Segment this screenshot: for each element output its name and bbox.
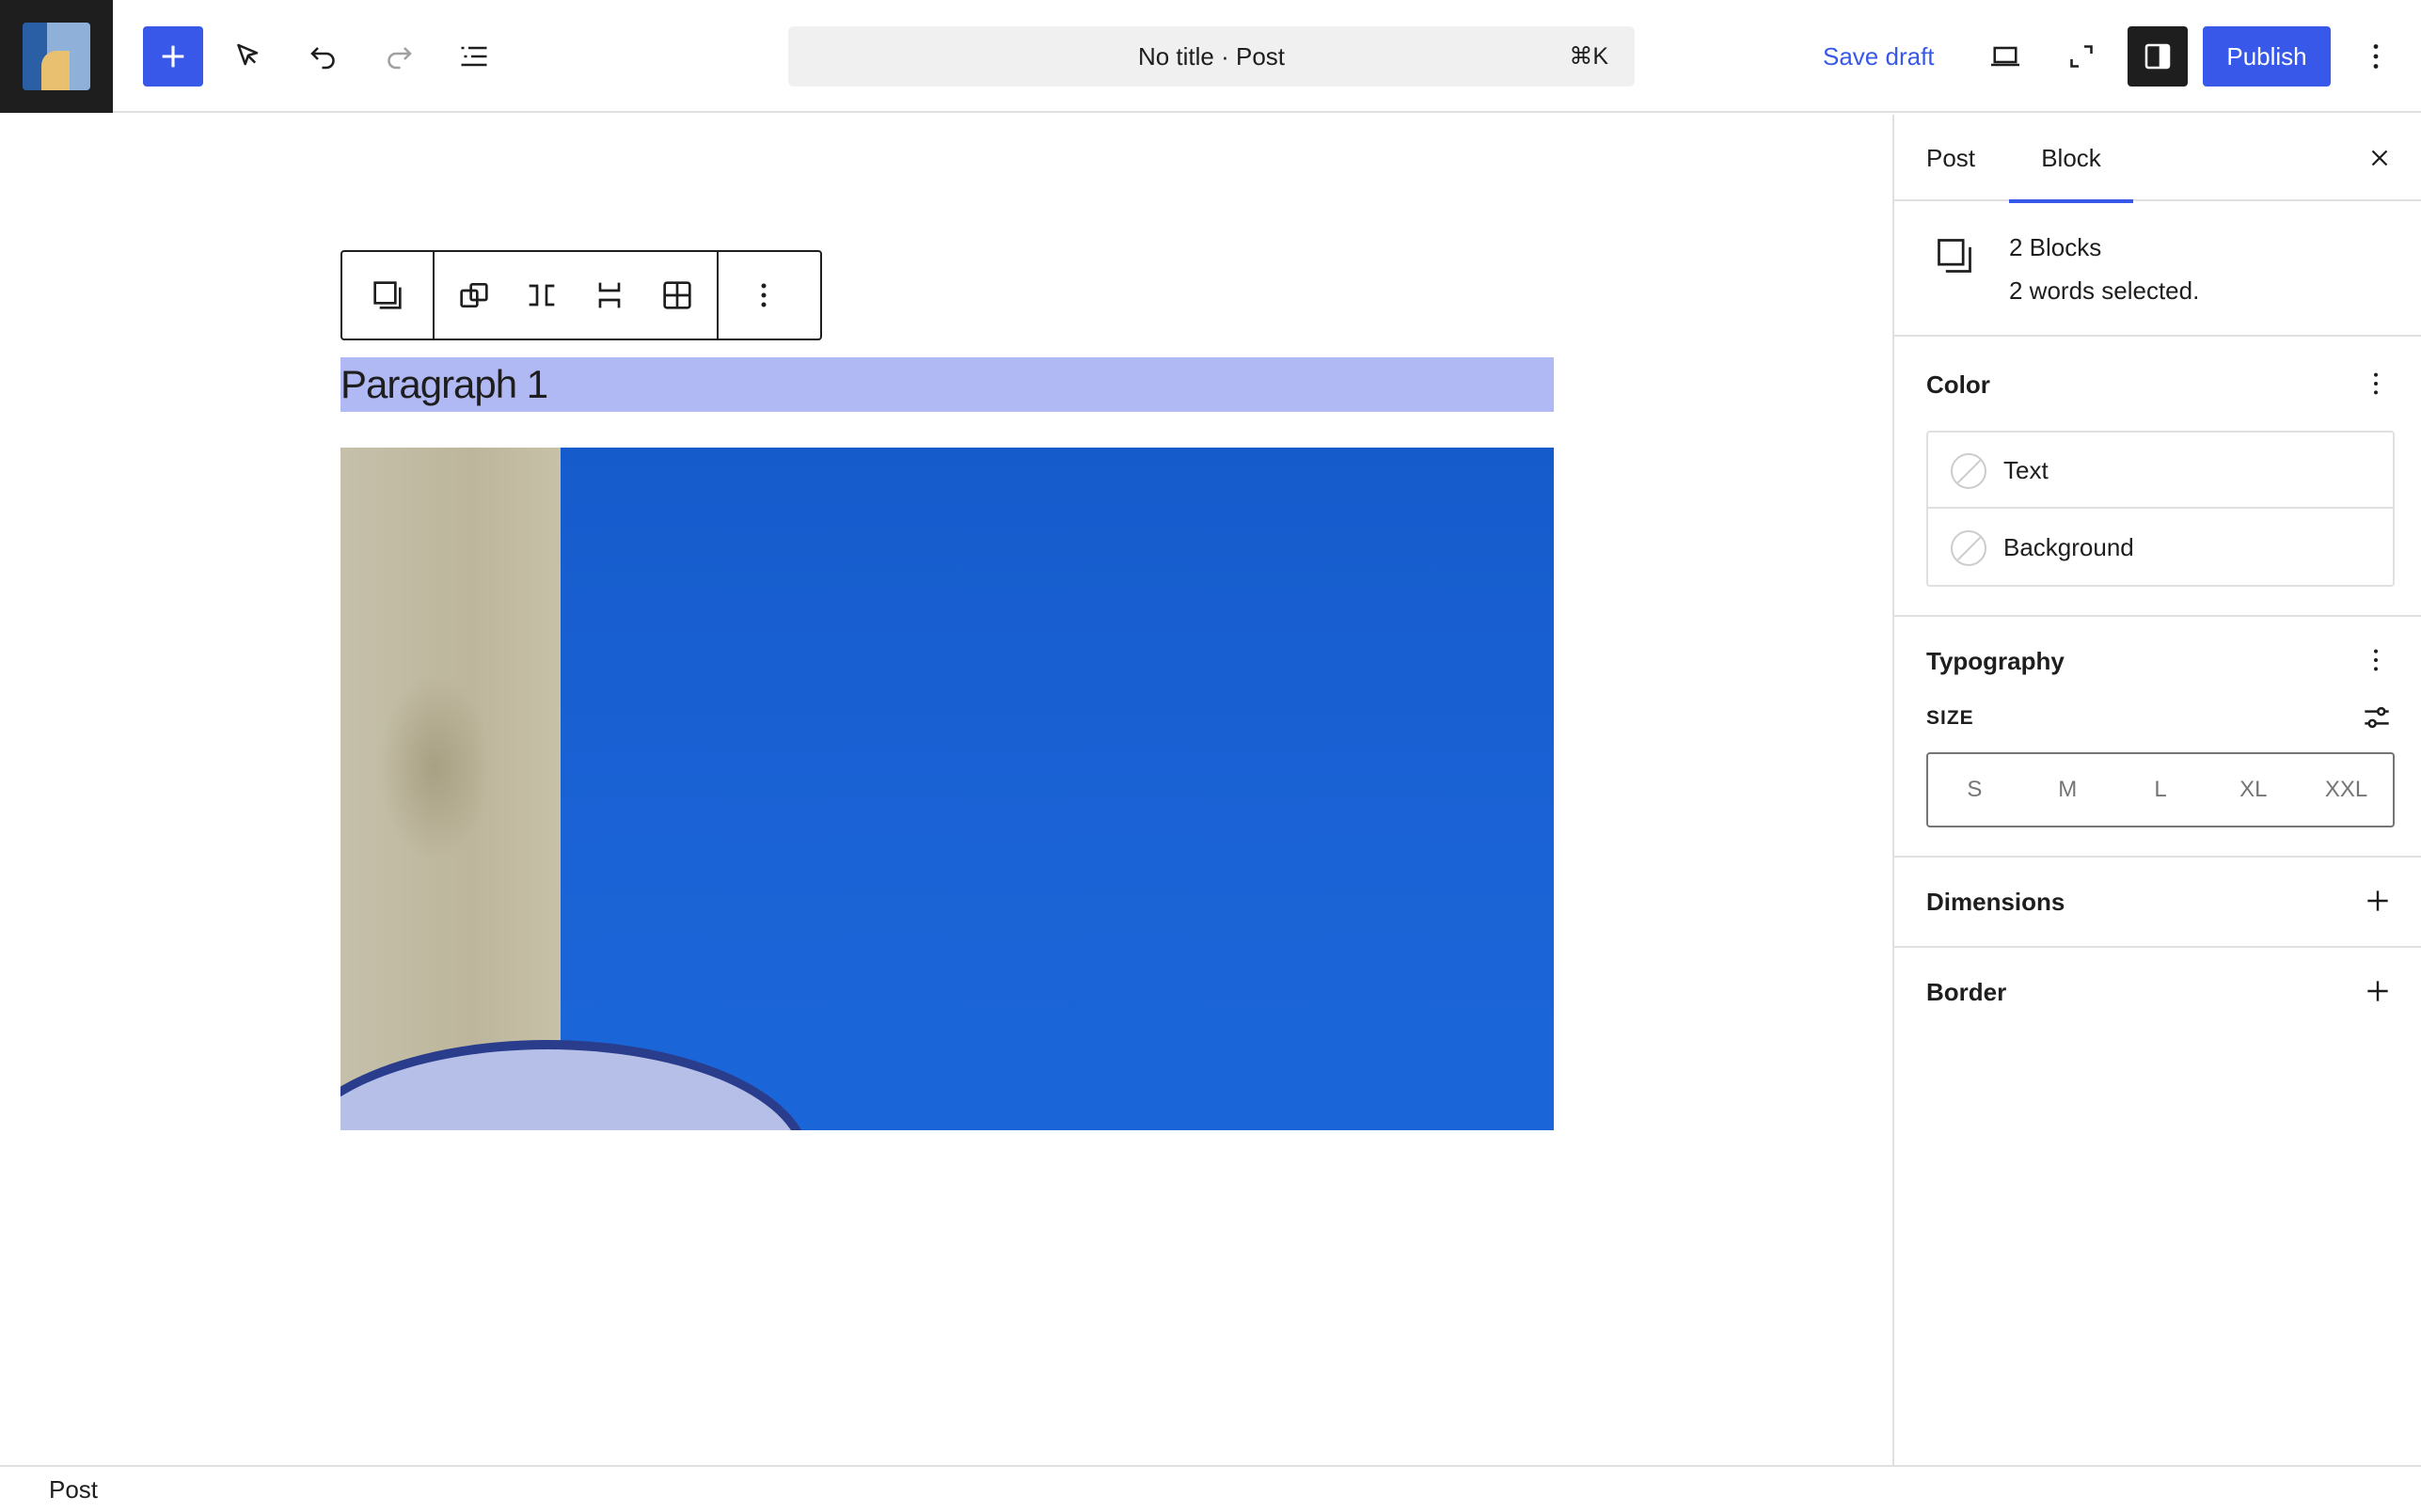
redo-icon xyxy=(388,47,412,70)
more-group xyxy=(717,252,809,339)
border-panel-title[interactable]: Border xyxy=(1926,978,2006,1007)
custom-size-button[interactable] xyxy=(2359,700,2395,735)
row-button[interactable] xyxy=(508,252,576,339)
image-block[interactable] xyxy=(340,448,1554,1130)
image-sky-region xyxy=(561,448,1554,1130)
options-menu-icon xyxy=(2374,649,2378,671)
publish-button[interactable]: Publish xyxy=(2203,26,2331,87)
preview-desktop-icon xyxy=(1991,46,2019,67)
settings-sidebar-icon xyxy=(2144,43,2171,70)
color-settings-list: Text Background xyxy=(1926,431,2395,587)
stack-icon xyxy=(598,282,621,308)
grid-button[interactable] xyxy=(643,252,711,339)
document-title: No title · Post xyxy=(1137,42,1286,71)
site-logo-image xyxy=(23,23,90,90)
stack-button[interactable] xyxy=(576,252,643,339)
multi-block-icon xyxy=(373,281,402,309)
paragraph-block[interactable]: Paragraph 1 xyxy=(340,357,1554,412)
panel-divider xyxy=(1894,856,2421,858)
block-breadcrumb[interactable]: Post xyxy=(49,1467,98,1512)
multi-block-icon xyxy=(1938,239,1971,273)
font-size-picker: S M L XL XXL xyxy=(1926,752,2395,827)
settings-sliders-icon xyxy=(2365,706,2389,729)
options-menu-icon xyxy=(2373,44,2379,69)
grid-icon xyxy=(663,281,691,309)
background-color-item[interactable]: Background xyxy=(1928,510,2393,586)
background-color-label: Background xyxy=(2003,533,2134,561)
color-panel-title: Color xyxy=(1926,370,1990,399)
undo-icon xyxy=(310,47,335,70)
border-add-button[interactable] xyxy=(2359,972,2397,1010)
settings-sidebar: Post Block 2 Blocks 2 words selected. Co… xyxy=(1892,115,2421,1465)
options-menu-icon xyxy=(2374,372,2378,395)
editor-canvas[interactable]: Paragraph 1 xyxy=(0,115,1892,1465)
undo-button[interactable] xyxy=(293,26,354,87)
plus-icon xyxy=(162,45,184,68)
plus-icon xyxy=(2367,981,2388,1001)
paragraph-text[interactable]: Paragraph 1 xyxy=(340,357,548,412)
block-toolbar xyxy=(340,250,822,340)
tab-block[interactable]: Block xyxy=(2009,115,2133,203)
close-sidebar-button[interactable] xyxy=(2361,139,2398,177)
tab-post[interactable]: Post xyxy=(1926,115,1975,201)
select-tool-button[interactable] xyxy=(218,26,278,87)
panel-divider xyxy=(1894,946,2421,948)
panel-divider xyxy=(1894,615,2421,617)
typography-options-button[interactable] xyxy=(2357,641,2395,679)
site-icon-button[interactable] xyxy=(0,0,113,113)
transform-group xyxy=(433,252,717,339)
redo-button[interactable] xyxy=(369,26,429,87)
color-options-button[interactable] xyxy=(2357,365,2395,402)
empty-color-swatch-icon xyxy=(1951,530,1986,566)
document-overview-icon xyxy=(461,46,487,67)
options-menu-button[interactable] xyxy=(2346,26,2406,87)
text-color-label: Text xyxy=(2003,456,2049,484)
text-color-item[interactable]: Text xyxy=(1928,433,2393,509)
fullscreen-button[interactable] xyxy=(2051,26,2112,87)
block-card-description: 2 words selected. xyxy=(2009,276,2200,305)
dimensions-add-button[interactable] xyxy=(2359,882,2397,920)
row-icon xyxy=(529,284,555,307)
block-card-title: 2 Blocks xyxy=(2009,233,2102,261)
block-inserter-button[interactable] xyxy=(143,26,203,87)
plus-icon xyxy=(2367,890,2388,911)
fullscreen-icon xyxy=(2070,45,2093,68)
size-option-m[interactable]: M xyxy=(2021,754,2114,826)
editor-header: No title · Post ⌘K Save draft Publish xyxy=(0,0,2421,113)
sidebar-tabs: Post Block xyxy=(1894,115,2421,203)
size-option-s[interactable]: S xyxy=(1928,754,2021,826)
image-wall-region xyxy=(340,448,561,1130)
more-options-icon xyxy=(761,283,767,307)
size-option-xl[interactable]: XL xyxy=(2207,754,2300,826)
block-switcher-group xyxy=(342,252,433,339)
save-draft-button[interactable]: Save draft xyxy=(1806,26,1952,87)
settings-sidebar-toggle[interactable] xyxy=(2128,26,2188,87)
block-card: 2 Blocks 2 words selected. xyxy=(1894,203,2421,337)
editor-footer: Post xyxy=(0,1465,2421,1512)
typography-panel-title: Typography xyxy=(1926,647,2065,675)
command-shortcut: ⌘K xyxy=(1569,43,1608,70)
select-tool-icon xyxy=(237,43,259,66)
size-option-xxl[interactable]: XXL xyxy=(2300,754,2393,826)
dimensions-panel-title[interactable]: Dimensions xyxy=(1926,888,2065,917)
close-icon xyxy=(2371,150,2388,166)
block-switcher-button[interactable] xyxy=(342,252,433,339)
empty-color-swatch-icon xyxy=(1951,453,1986,489)
group-icon xyxy=(460,283,488,307)
preview-button[interactable] xyxy=(1975,26,2035,87)
group-button[interactable] xyxy=(440,252,508,339)
more-options-button[interactable] xyxy=(719,252,809,339)
document-overview-button[interactable] xyxy=(444,26,504,87)
size-option-l[interactable]: L xyxy=(2114,754,2207,826)
command-palette-button[interactable]: No title · Post ⌘K xyxy=(788,26,1635,87)
font-size-label: SIZE xyxy=(1926,707,1974,729)
